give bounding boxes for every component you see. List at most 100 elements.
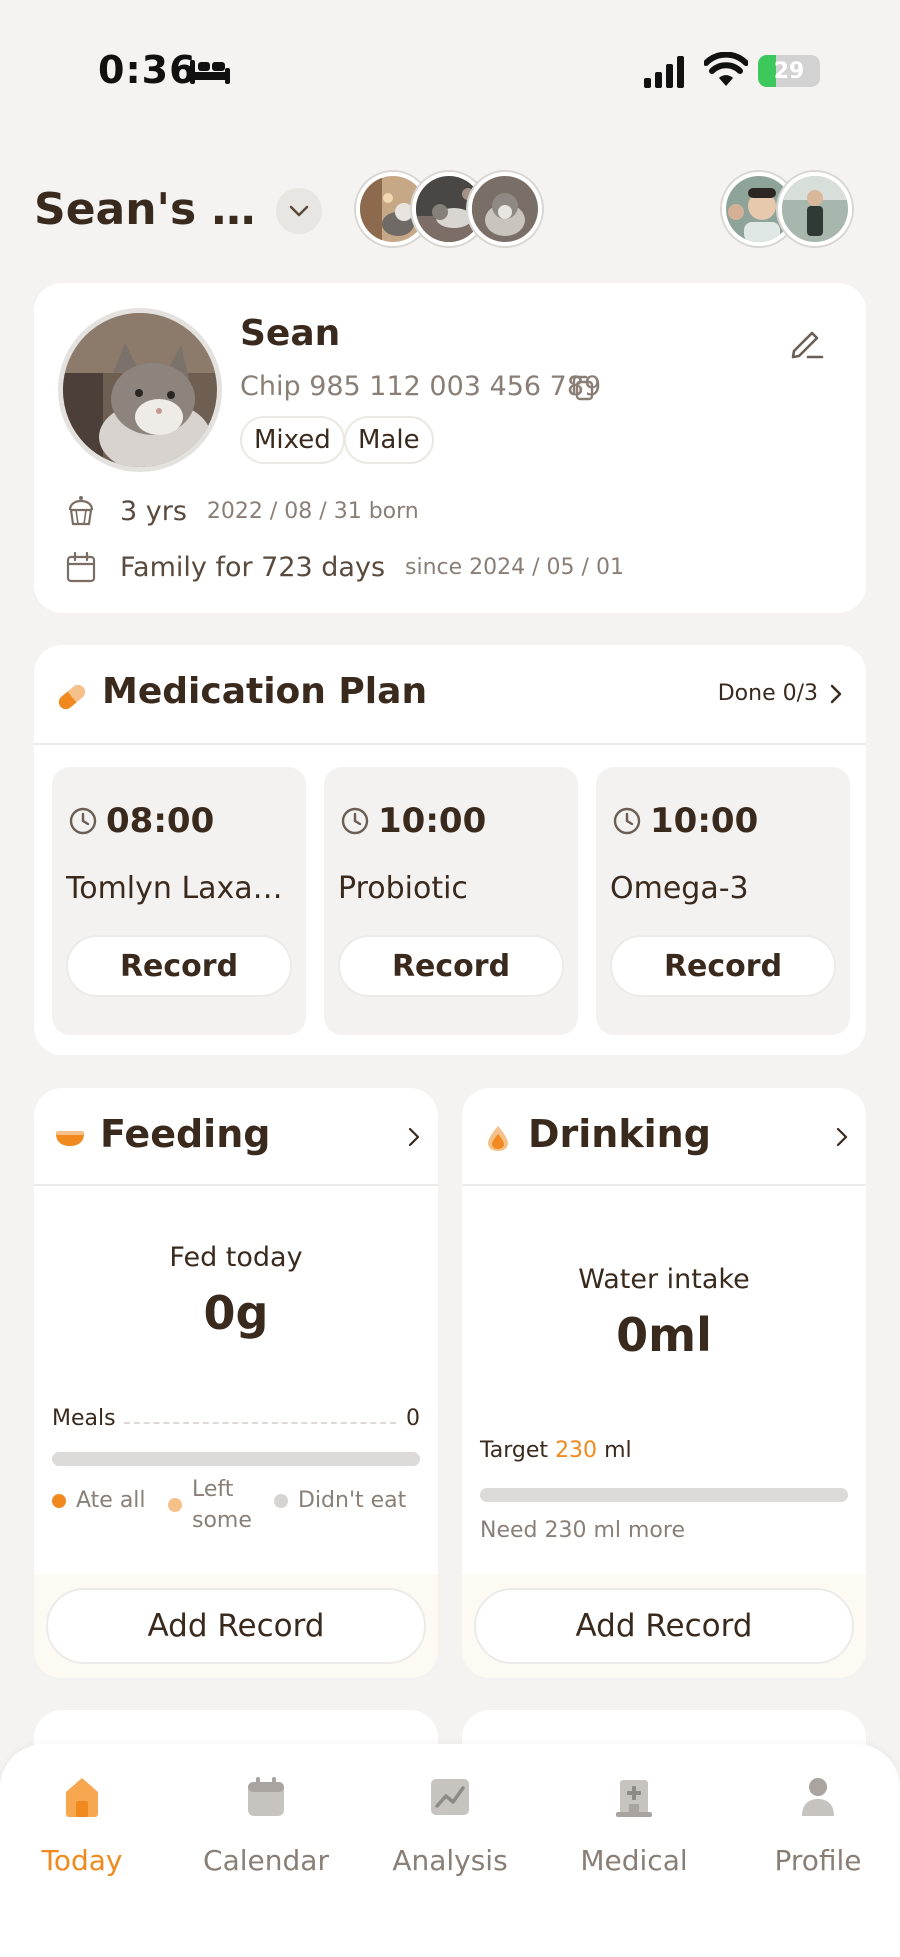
feeding-title: Feeding (100, 1112, 271, 1156)
water-intake-value: 0ml (616, 1308, 712, 1362)
breed-tag: Mixed (240, 416, 345, 464)
family-member-avatars (722, 172, 852, 248)
meals-row: Meals 0 (52, 1406, 420, 1438)
medication-done-link[interactable]: Done 0/3 (718, 681, 844, 706)
status-bar: 0:36 29 (0, 0, 900, 140)
adoption-date: since 2024 / 05 / 01 (405, 554, 624, 580)
chart-icon (431, 1779, 469, 1815)
add-feeding-record-button[interactable]: Add Record (46, 1588, 426, 1664)
home-icon (66, 1778, 98, 1817)
header: Sean's R… (0, 160, 900, 260)
target-prefix: Target (480, 1438, 549, 1463)
chip-number: Chip 985 112 003 456 789 (240, 371, 602, 402)
calendar-icon (66, 551, 96, 583)
feeding-card: Feeding Fed today 0g Meals 0 Ate all Lef… (34, 1088, 438, 1678)
copy-icon[interactable] (568, 373, 598, 403)
target-unit: ml (604, 1438, 632, 1463)
battery-percent: 29 (773, 58, 805, 84)
pet-avatars (356, 172, 542, 248)
bottom-tab-bar: Today Calendar Analysis Medical Profile (0, 1744, 900, 1957)
tab-medical-label: Medical (580, 1844, 688, 1877)
medication-time: 08:00 (68, 801, 214, 841)
tab-medical[interactable]: Medical (564, 1774, 704, 1894)
record-button[interactable]: Record (610, 935, 836, 997)
meals-label: Meals (52, 1406, 116, 1431)
pet-profile-card: Sean Chip 985 112 003 456 789 Mixed Male… (34, 283, 866, 613)
feeding-header[interactable]: Feeding (34, 1088, 438, 1186)
birthday-cake-icon (68, 496, 94, 526)
legend-didnt-eat: Didn't eat (274, 1488, 406, 1513)
medication-header: Medication Plan Done 0/3 (34, 645, 866, 745)
cellular-signal-icon (644, 56, 684, 88)
medication-name: Omega-3 (610, 871, 749, 906)
water-drop-icon (488, 1126, 508, 1151)
pet-photo[interactable] (58, 308, 222, 472)
person-icon (802, 1778, 834, 1816)
ate-all-dot (52, 1493, 66, 1508)
medication-time-text: 08:00 (106, 801, 215, 841)
sleep-bed-icon (190, 60, 230, 84)
family-row: Family for 723 days since 2024 / 05 / 01 (64, 547, 624, 587)
record-button[interactable]: Record (66, 935, 292, 997)
legend-left-some: Left some (168, 1474, 254, 1536)
tab-calendar[interactable]: Calendar (196, 1774, 336, 1894)
medication-item: 08:00 Tomlyn Laxa… Record (52, 767, 306, 1035)
tab-calendar-label: Calendar (203, 1844, 329, 1877)
medication-title: Medication Plan (102, 671, 428, 712)
chevron-down-icon (289, 205, 309, 217)
pet-name: Sean (240, 313, 341, 354)
record-button[interactable]: Record (338, 935, 564, 997)
tab-today[interactable]: Today (12, 1774, 152, 1894)
tab-profile-label: Profile (774, 1844, 862, 1877)
fed-today-label: Fed today (169, 1242, 303, 1273)
medication-done-count: Done 0/3 (717, 681, 818, 706)
drinking-title: Drinking (528, 1112, 711, 1156)
chevron-right-icon (830, 684, 842, 703)
drinking-header[interactable]: Drinking (462, 1088, 866, 1186)
medication-time: 10:00 (612, 801, 758, 841)
edit-pencil-icon[interactable] (788, 323, 826, 361)
pet-selector-dropdown[interactable] (276, 188, 322, 234)
tab-today-label: Today (41, 1844, 123, 1877)
pet-age: 3 yrs (120, 495, 187, 527)
meals-divider (124, 1422, 396, 1424)
chevron-right-icon (836, 1127, 848, 1147)
battery-indicator: 29 (758, 55, 820, 87)
add-drinking-record-button[interactable]: Add Record (474, 1588, 854, 1664)
drinking-card: Drinking Water intake 0ml Target 230 ml … (462, 1088, 866, 1678)
medication-item: 10:00 Probiotic Record (324, 767, 578, 1035)
meals-progress-bar (52, 1452, 420, 1466)
target-value: 230 (555, 1438, 598, 1463)
medication-name: Probiotic (338, 871, 468, 906)
feeding-footer: Add Record (34, 1574, 438, 1678)
legend-ate-all: Ate all (52, 1488, 146, 1513)
member-avatar[interactable] (778, 172, 852, 246)
legend-left-some-label: Left some (192, 1477, 252, 1533)
water-needed: Need 230 ml more (480, 1518, 685, 1543)
family-duration: Family for 723 days (120, 551, 386, 583)
pet-avatar[interactable] (468, 172, 542, 246)
legend-ate-all-label: Ate all (76, 1488, 146, 1513)
wifi-icon (704, 52, 748, 86)
gender-tag: Male (344, 416, 434, 464)
medication-time-text: 10:00 (650, 801, 759, 841)
chevron-right-icon (408, 1127, 420, 1147)
fed-today-value: 0g (203, 1286, 269, 1340)
tab-analysis[interactable]: Analysis (380, 1774, 520, 1894)
status-time: 0:36 (98, 48, 197, 92)
clock-icon (341, 807, 369, 835)
food-bowl-icon (56, 1131, 84, 1146)
medication-item: 10:00 Omega-3 Record (596, 767, 850, 1035)
medication-time-text: 10:00 (378, 801, 487, 841)
medication-plan-card: Medication Plan Done 0/3 08:00 Tomlyn La… (34, 645, 866, 1055)
water-intake-label: Water intake (578, 1264, 750, 1295)
legend-didnt-eat-label: Didn't eat (298, 1488, 407, 1513)
clock-icon (69, 807, 97, 835)
left-some-dot (168, 1498, 182, 1512)
birth-date: 2022 / 08 / 31 born (206, 498, 419, 524)
pet-selector-title[interactable]: Sean's R… (34, 184, 270, 235)
tab-profile[interactable]: Profile (748, 1774, 888, 1894)
pill-icon (58, 684, 86, 710)
hospital-icon (616, 1780, 652, 1817)
tab-analysis-label: Analysis (392, 1844, 508, 1877)
